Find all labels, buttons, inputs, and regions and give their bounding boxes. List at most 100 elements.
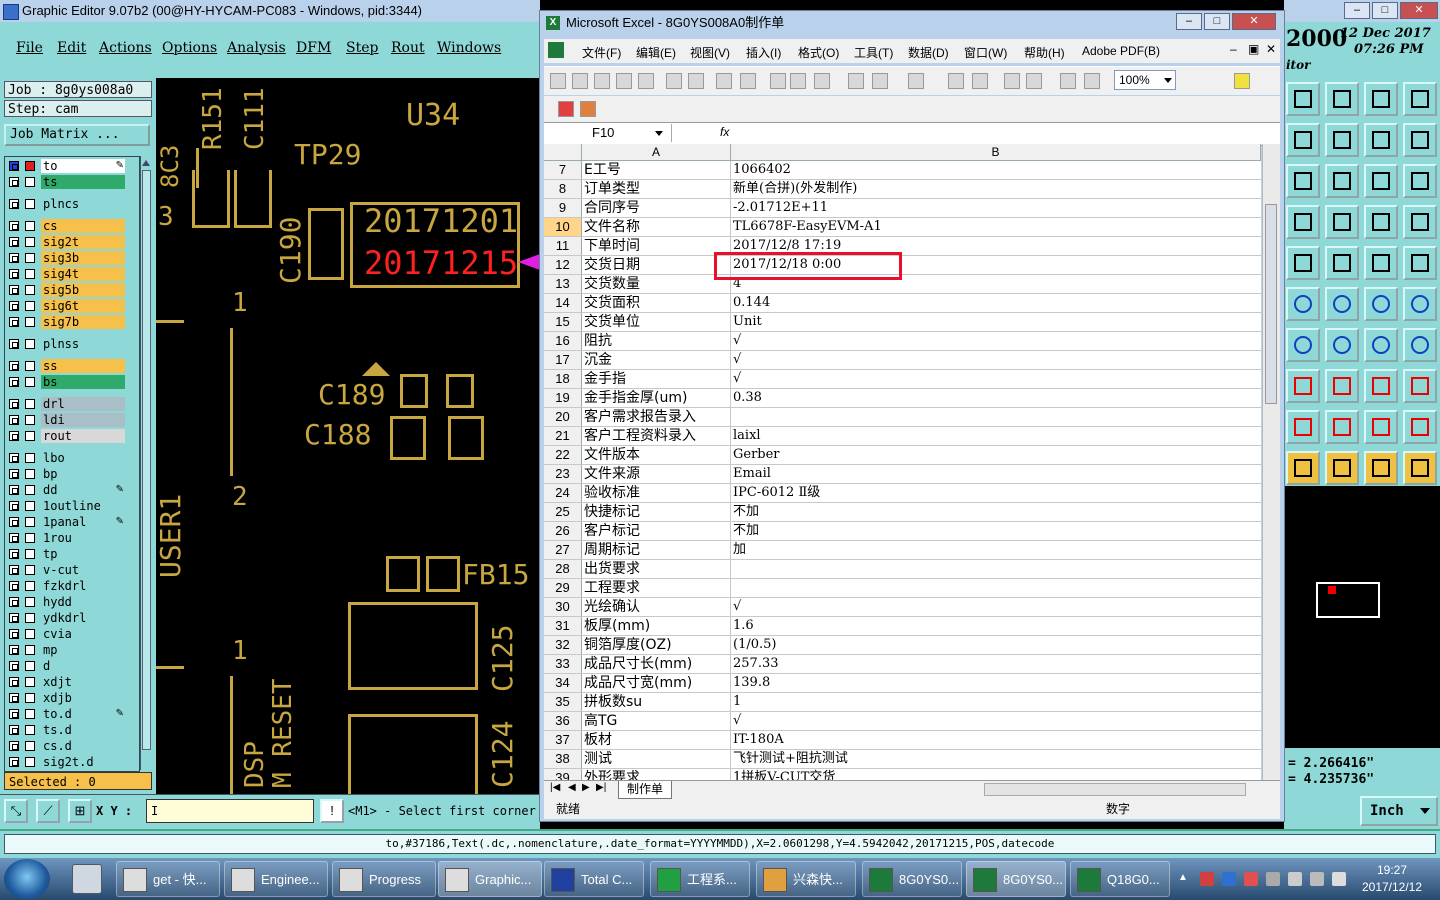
scale-icon[interactable]	[1364, 164, 1398, 198]
print-preview-icon[interactable]	[688, 73, 704, 89]
layer-row[interactable]: plncs	[5, 197, 127, 212]
move-down-icon[interactable]	[1325, 82, 1359, 116]
layer-checkbox[interactable]	[9, 453, 19, 463]
cross-icon[interactable]	[1325, 287, 1359, 321]
layer-affected-checkbox[interactable]	[25, 725, 35, 735]
fit-width-icon[interactable]	[1364, 369, 1398, 403]
pad-icon[interactable]	[1286, 246, 1320, 280]
mirror-icon[interactable]	[1364, 123, 1398, 157]
cell-a[interactable]: 成品尺寸长(mm)	[582, 655, 731, 673]
layer-row[interactable]: lbo	[5, 451, 127, 466]
taskbar-item-progress[interactable]: Progress	[332, 861, 436, 897]
line-red-icon[interactable]	[1364, 287, 1398, 321]
cell-b[interactable]: Unit	[731, 313, 1261, 331]
layer-checkbox[interactable]	[9, 269, 19, 279]
layer-affected-checkbox[interactable]	[25, 301, 35, 311]
layer-affected-checkbox[interactable]	[25, 629, 35, 639]
layer-checkbox[interactable]	[9, 645, 19, 655]
layer-affected-checkbox[interactable]	[25, 285, 35, 295]
layer-affected-checkbox[interactable]	[25, 741, 35, 751]
cell-a[interactable]: 板厚(mm)	[582, 617, 731, 635]
cell-b[interactable]: 1	[731, 693, 1261, 711]
layer-checkbox[interactable]	[9, 709, 19, 719]
layer-affected-checkbox[interactable]	[25, 757, 35, 767]
shapes-icon[interactable]	[1403, 369, 1437, 403]
layer-row[interactable]: drl	[5, 397, 127, 412]
cell-a[interactable]: 工程要求	[582, 579, 731, 597]
fx-icon[interactable]: fx	[720, 125, 729, 139]
xl-menu-data[interactable]: 数据(D)	[908, 44, 949, 61]
layer-checkbox[interactable]	[9, 253, 19, 263]
layer-checkbox[interactable]	[9, 629, 19, 639]
cell-a[interactable]: 下单时间	[582, 237, 731, 255]
move-up-icon[interactable]	[1286, 82, 1320, 116]
menu-analysis[interactable]: Analysis	[227, 40, 286, 56]
job-matrix-button[interactable]: Job Matrix ...	[4, 124, 150, 146]
cell-a[interactable]: 外形要求	[582, 769, 731, 780]
redo-icon[interactable]	[908, 73, 924, 89]
layer-affected-checkbox[interactable]	[25, 161, 35, 171]
pdf-email-icon[interactable]	[580, 101, 596, 117]
excel-titlebar[interactable]: X Microsoft Excel - 8G0YS008A0制作单 – □ ✕	[540, 11, 1284, 37]
cell-a[interactable]: 成品尺寸宽(mm)	[582, 674, 731, 692]
layer-affected-checkbox[interactable]	[25, 677, 35, 687]
cell-a[interactable]: 文件名称	[582, 218, 731, 236]
cell-b[interactable]: 1.6	[731, 617, 1261, 635]
row-header[interactable]: 28	[544, 560, 582, 578]
layer-row[interactable]: sig3b	[5, 251, 127, 266]
layer-affected-checkbox[interactable]	[25, 565, 35, 575]
menu-dfm[interactable]: DFM	[296, 40, 331, 56]
layer-row[interactable]: sig4t	[5, 267, 127, 282]
layer-checkbox[interactable]	[9, 161, 19, 171]
circle-icon[interactable]	[1403, 246, 1437, 280]
pointer-circle-icon[interactable]	[1364, 451, 1398, 485]
rotate-icon[interactable]	[1364, 328, 1398, 362]
cell-a[interactable]: 文件来源	[582, 465, 731, 483]
layer-affected-checkbox[interactable]	[25, 709, 35, 719]
layer-row[interactable]: to.d ✎	[5, 707, 127, 722]
row-header[interactable]: 32	[544, 636, 582, 654]
layer-affected-checkbox[interactable]	[25, 199, 35, 209]
row-header[interactable]: 21	[544, 427, 582, 445]
sheet-nav-next-icon[interactable]: ▶	[582, 782, 590, 793]
fill-color-icon[interactable]	[1234, 73, 1250, 89]
cell-a[interactable]: 周期标记	[582, 541, 731, 559]
row-header[interactable]: 27	[544, 541, 582, 559]
cell-b[interactable]	[731, 579, 1261, 597]
layer-checkbox[interactable]	[9, 533, 19, 543]
layer-checkbox[interactable]	[9, 741, 19, 751]
excel-doc-icon[interactable]	[548, 42, 564, 58]
row-header[interactable]: 12	[544, 256, 582, 274]
cell-b[interactable]: Gerber	[731, 446, 1261, 464]
layer-row[interactable]: sig6t	[5, 299, 127, 314]
zoom-box[interactable]: 100%	[1114, 70, 1176, 90]
cell-a[interactable]: 交货单位	[582, 313, 731, 331]
layer-row[interactable]: sig2t	[5, 235, 127, 250]
row-header[interactable]: 9	[544, 199, 582, 217]
menu-options[interactable]: Options	[162, 40, 217, 56]
row-header[interactable]: 16	[544, 332, 582, 350]
row-header[interactable]: 38	[544, 750, 582, 768]
layer-checkbox[interactable]	[9, 565, 19, 575]
xl-menu-window[interactable]: 窗口(W)	[964, 44, 1007, 61]
resize-icon[interactable]	[1403, 123, 1437, 157]
cell-b[interactable]: 0.144	[731, 294, 1261, 312]
cell-b[interactable]: (1/0.5)	[731, 636, 1261, 654]
grid-icon[interactable]: ⊞	[68, 799, 92, 823]
layer-affected-checkbox[interactable]	[25, 597, 35, 607]
doc-close-icon[interactable]: ✕	[1266, 42, 1276, 56]
pointer-box-icon[interactable]	[1325, 451, 1359, 485]
layer-checkbox[interactable]	[9, 677, 19, 687]
layer-row[interactable]: ts.d	[5, 723, 127, 738]
row-header[interactable]: 13	[544, 275, 582, 293]
cell-b[interactable]: √	[731, 598, 1261, 616]
layer-checkbox[interactable]	[9, 581, 19, 591]
row-header[interactable]: 37	[544, 731, 582, 749]
row-header[interactable]: 14	[544, 294, 582, 312]
worksheet-grid[interactable]: A B 7 E工号 1066402 8 订单类型 新单(合拼)(外发制作) 9 合同序号 -2.…	[544, 144, 1261, 780]
layer-row[interactable]: bp	[5, 467, 127, 482]
cell-a[interactable]: 出货要求	[582, 560, 731, 578]
layer-affected-checkbox[interactable]	[25, 361, 35, 371]
layer-list-scrollbar[interactable]	[140, 156, 153, 770]
permission-icon[interactable]	[616, 73, 632, 89]
